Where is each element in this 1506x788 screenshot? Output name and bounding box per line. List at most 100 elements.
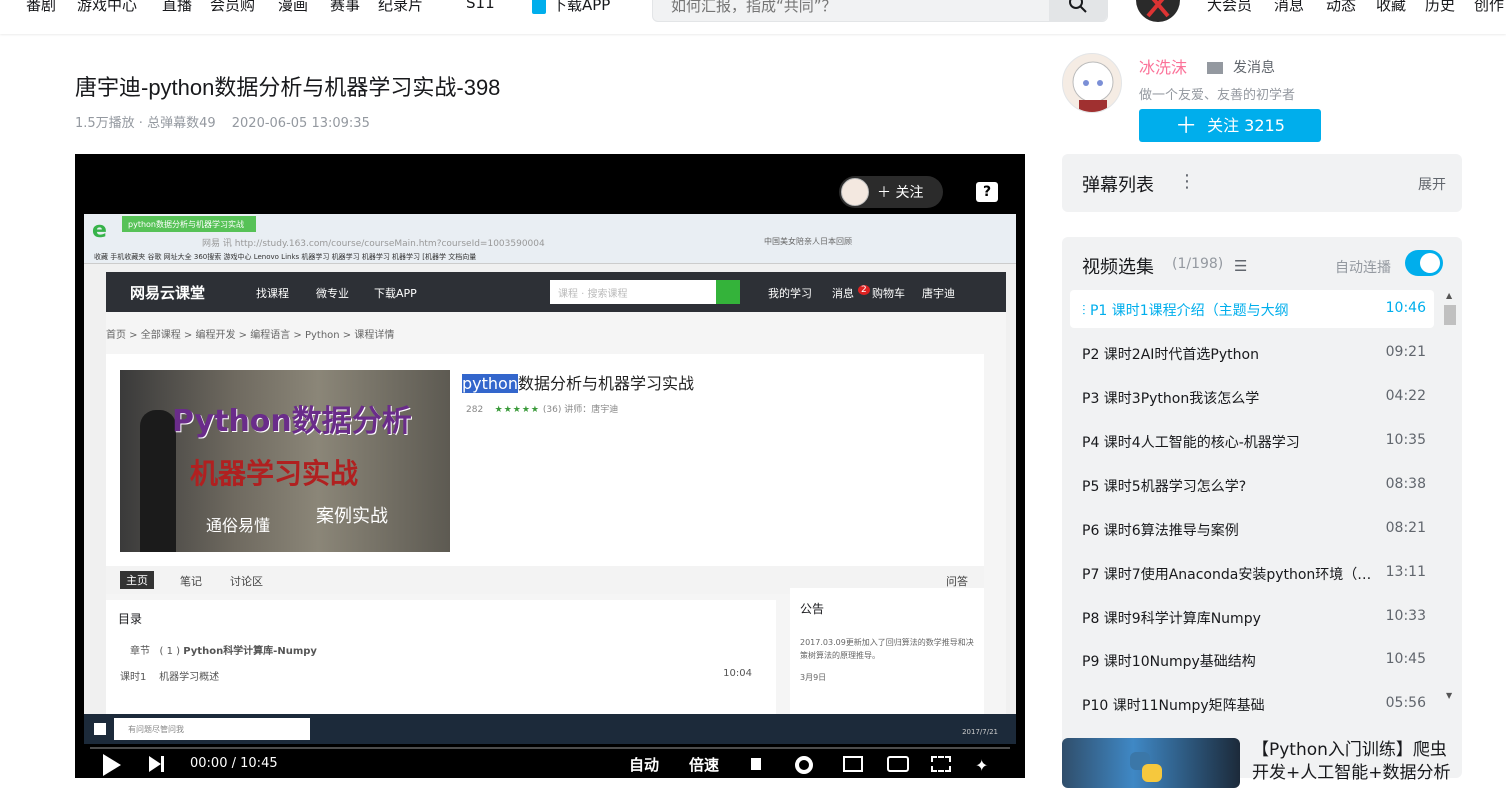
send-message-button[interactable]: 发消息 — [1207, 57, 1275, 77]
playlist-item[interactable]: P2 课时2AI时代首选Python 09:21 — [1070, 334, 1434, 372]
player-follow-button[interactable]: ＋ 关注 — [839, 176, 943, 208]
inner-bookmarks: 收藏 手机收藏夹 谷歌 网址大全 360搜索 游戏中心 Lenovo Links… — [94, 253, 477, 261]
cover-text-4: 案例实战 — [316, 506, 388, 527]
playlist-item[interactable]: P6 课时6算法推导与案例 08:21 — [1070, 510, 1434, 548]
playlist-item-duration: 10:33 — [1385, 608, 1426, 624]
video-plays: 1.5万播放 · 总弹幕数49 — [75, 116, 216, 131]
volume-icon[interactable] — [751, 758, 761, 770]
search-bar — [652, 0, 1108, 22]
inner-right-3: 购物车 — [872, 287, 905, 300]
nav-manga[interactable]: 漫画 — [278, 0, 308, 15]
playlist-item[interactable]: P3 课时3Python我该怎么学 04:22 — [1070, 378, 1434, 416]
recommend-title[interactable]: 【Python入门训练】爬虫 开发+人工智能+数据分析 — [1252, 739, 1451, 785]
playlist-item-duration: 09:21 — [1385, 344, 1426, 360]
player-follow-label: ＋ 关注 — [877, 185, 924, 201]
nav-favorites[interactable]: 收藏 — [1376, 0, 1406, 15]
nav-match[interactable]: 赛事 — [330, 0, 360, 15]
playlist-item[interactable]: ⫶ P1 课时1课程介绍（主题与大纲 10:46 — [1070, 290, 1434, 328]
search-button[interactable] — [1049, 0, 1107, 21]
play-icon[interactable] — [103, 754, 121, 776]
playlist-item-duration: 05:56 — [1385, 695, 1426, 711]
search-input[interactable] — [671, 0, 1031, 15]
playlist-item[interactable]: P7 课时7使用Anaconda安装python环境（… 13:11 — [1070, 554, 1434, 592]
follow-button[interactable]: ＋ 关注 3215 — [1139, 109, 1321, 142]
playlist-item[interactable]: P5 课时5机器学习怎么学? 08:38 — [1070, 466, 1434, 504]
scroll-down-icon[interactable]: ▼ — [1446, 691, 1452, 700]
nav-game-center[interactable]: 游戏中心 — [77, 0, 137, 15]
inner-link-2: 下载APP — [374, 287, 417, 300]
uploader-name[interactable]: 冰洗沫 — [1139, 54, 1187, 78]
inner-right-1: 消息 — [832, 287, 854, 300]
list-view-icon[interactable]: ☰ — [1234, 257, 1247, 275]
playlist-item-title: P2 课时2AI时代首选Python — [1082, 347, 1259, 363]
cover-text-1: Python数据分析 — [172, 404, 412, 439]
settings-icon[interactable] — [795, 756, 813, 774]
playlist-item-title: P5 课时5机器学习怎么学? — [1082, 479, 1247, 495]
playlist-item-title: P7 课时7使用Anaconda安装python环境（… — [1082, 567, 1372, 583]
inner-site-search: 课程 · 搜索课程 — [550, 280, 740, 304]
playlist-item[interactable]: P8 课时9科学计算库Numpy 10:33 — [1070, 598, 1434, 636]
next-bar-icon — [161, 756, 164, 772]
playlist-item-title: P6 课时6算法推导与案例 — [1082, 523, 1239, 539]
widescreen-icon[interactable] — [843, 756, 863, 772]
playlist-item-duration: 10:35 — [1385, 432, 1426, 448]
danmaku-panel[interactable]: 弹幕列表 ⋮ 展开 — [1062, 154, 1462, 212]
fullscreen-icon[interactable] — [931, 756, 951, 772]
nav-dynamic[interactable]: 动态 — [1326, 0, 1356, 15]
playlist-item-title: ⫶ P1 课时1课程介绍（主题与大纲 — [1082, 303, 1289, 319]
nav-create[interactable]: 创作 — [1474, 0, 1504, 15]
inner-site-nav: 网易云课堂 找课程 微专业 下载APP 课程 · 搜索课程 我的学习 消息 2 … — [106, 272, 1006, 312]
follow-label: 关注 3215 — [1207, 116, 1285, 135]
playlist-item-title: P3 课时3Python我该怎么学 — [1082, 391, 1260, 407]
playlist-item-title: P10 课时11Numpy矩阵基础 — [1082, 698, 1265, 714]
user-avatar[interactable] — [1136, 0, 1180, 22]
scrollbar-thumb[interactable] — [1444, 305, 1456, 325]
inner-course-title: python数据分析与机器学习实战 — [462, 374, 694, 393]
inner-tab-qa: 问答 — [946, 575, 968, 588]
playlist-item[interactable]: P10 课时11Numpy矩阵基础 05:56 — [1070, 685, 1434, 723]
scroll-up-icon[interactable]: ▲ — [1446, 291, 1452, 300]
nav-vip[interactable]: 大会员 — [1207, 0, 1252, 15]
nav-history[interactable]: 历史 — [1425, 0, 1455, 15]
inner-tab-home: 主页 — [120, 571, 154, 589]
nav-live[interactable]: 直播 — [162, 0, 192, 15]
autoplay-toggle[interactable] — [1405, 250, 1443, 276]
course-cover-image: Python数据分析 机器学习实战 通俗易懂 案例实战 — [120, 370, 450, 552]
video-player[interactable]: ＋ 关注 ? e python数据分析与机器学习实战 网易 讯 http://s… — [75, 154, 1025, 778]
playlist-item-duration: 04:22 — [1385, 388, 1426, 404]
playlist-item[interactable]: P4 课时4人工智能的核心-机器学习 10:35 — [1070, 422, 1434, 460]
kebab-menu-icon[interactable]: ⋮ — [1178, 171, 1196, 192]
speed-button[interactable]: 倍速 — [689, 754, 719, 775]
avatar-x-icon — [1146, 0, 1170, 18]
nav-download-app[interactable]: 下载APP — [532, 0, 610, 15]
uploader-avatar[interactable] — [1062, 53, 1122, 113]
nav-s11[interactable]: S11 — [466, 0, 495, 12]
notice-title: 公告 — [800, 602, 825, 616]
playlist-item-title: P8 课时9科学计算库Numpy — [1082, 611, 1261, 627]
toc-chapter: 章节 ( 1 ) Python科学计算库-Numpy — [130, 646, 317, 657]
help-icon[interactable]: ? — [976, 182, 998, 202]
taskbar-clock: 2017/7/21 — [962, 728, 998, 736]
nav-download-label: 下载APP — [552, 0, 611, 14]
inner-right-4: 唐宇迪 — [922, 287, 955, 300]
video-title: 唐宇迪-python数据分析与机器学习实战-398 — [75, 75, 501, 100]
player-uploader-avatar — [841, 178, 869, 206]
playlist-item[interactable]: P9 课时10Numpy基础结构 10:45 — [1070, 641, 1434, 679]
more-icon[interactable]: ✦ — [975, 756, 995, 775]
inner-tab-discuss: 讨论区 — [230, 575, 263, 588]
nav-messages[interactable]: 消息 — [1274, 0, 1304, 15]
browser-logo-icon: e — [92, 218, 107, 243]
danmaku-expand-button[interactable]: 展开 — [1418, 174, 1446, 194]
nav-bangumi[interactable]: 番剧 — [26, 0, 56, 15]
playlist-scrollbar[interactable]: ▲ ▼ — [1444, 291, 1456, 711]
windows-icon — [94, 723, 106, 735]
quality-button[interactable]: 自动 — [629, 754, 659, 775]
inner-link-1: 微专业 — [316, 287, 349, 300]
next-icon[interactable] — [149, 756, 161, 772]
inner-right-2: 2 — [858, 285, 870, 295]
nav-shop[interactable]: 会员购 — [210, 0, 255, 15]
recommend-thumbnail[interactable] — [1062, 738, 1240, 788]
nav-documentary[interactable]: 纪录片 — [378, 0, 423, 15]
pip-icon[interactable] — [887, 756, 909, 772]
progress-bar[interactable] — [90, 747, 1010, 749]
